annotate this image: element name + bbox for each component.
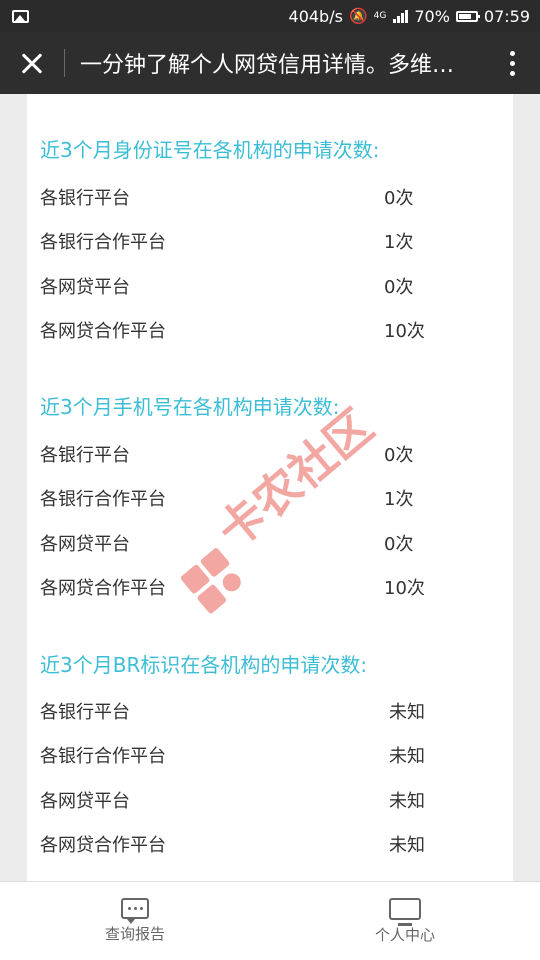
- row-label: 各银行平台: [40, 445, 130, 466]
- row-value: 10次: [384, 578, 425, 599]
- row-value: 10次: [384, 321, 425, 342]
- section-title-id-card: 近3个月身份证号在各机构的申请次数:: [40, 138, 380, 162]
- list-item: 各银行合作平台 未知: [40, 742, 500, 772]
- row-label: 各银行平台: [40, 702, 130, 723]
- tab-personal-center[interactable]: 个人中心: [270, 882, 540, 960]
- list-item: 各网贷平台 0次: [40, 273, 500, 303]
- list-item: 各银行合作平台 1次: [40, 228, 500, 258]
- row-value: 0次: [384, 188, 414, 209]
- section-title-phone: 近3个月手机号在各机构申请次数:: [40, 395, 340, 419]
- monitor-icon: [389, 897, 421, 926]
- list-item: 各网贷平台 未知: [40, 787, 500, 817]
- row-label: 各网贷合作平台: [40, 578, 166, 599]
- row-value: 未知: [389, 746, 425, 767]
- tab-query-report[interactable]: 查询报告: [0, 882, 270, 960]
- row-value: 未知: [389, 702, 425, 723]
- list-item: 各网贷合作平台 10次: [40, 317, 500, 347]
- row-label: 各网贷平台: [40, 791, 130, 812]
- row-label: 各网贷合作平台: [40, 321, 166, 342]
- battery-icon: [455, 10, 480, 22]
- list-item: 各网贷合作平台 10次: [40, 574, 500, 604]
- list-item: 各网贷平台 0次: [40, 530, 500, 560]
- row-label: 各网贷合作平台: [40, 835, 166, 856]
- row-value: 未知: [389, 835, 425, 856]
- row-label: 各银行合作平台: [40, 489, 166, 510]
- title-bar: 一分钟了解个人网贷信用详情。多维…: [0, 32, 540, 94]
- battery-percent: 70%: [414, 6, 450, 26]
- gallery-notification-icon: [12, 9, 29, 23]
- row-label: 各银行平台: [40, 188, 130, 209]
- network-speed: 404b/s: [288, 6, 343, 26]
- page-title: 一分钟了解个人网贷信用详情。多维…: [80, 53, 455, 78]
- list-item: 各银行平台 0次: [40, 184, 500, 214]
- mute-icon: 🔕: [348, 7, 368, 25]
- close-button[interactable]: [0, 32, 64, 94]
- signal-icon: [393, 9, 409, 23]
- bottom-tab-bar: 查询报告 个人中心: [0, 881, 540, 960]
- report-card: 近3个月身份证号在各机构的申请次数: 各银行平台 0次 各银行合作平台 1次 各…: [27, 94, 513, 881]
- tab-label: 查询报告: [104, 925, 165, 943]
- row-value: 0次: [384, 534, 414, 555]
- row-value: 0次: [384, 445, 414, 466]
- nav-divider: [64, 49, 65, 77]
- row-label: 各银行合作平台: [40, 232, 166, 253]
- section-title-br: 近3个月BR标识在各机构的申请次数:: [40, 653, 368, 677]
- row-value: 1次: [384, 232, 414, 253]
- network-type: 4G: [373, 11, 387, 21]
- more-options-button[interactable]: [484, 32, 540, 94]
- list-item: 各银行合作平台 1次: [40, 485, 500, 515]
- row-value: 0次: [384, 277, 414, 298]
- row-label: 各银行合作平台: [40, 746, 166, 767]
- tab-label: 个人中心: [374, 925, 435, 944]
- row-value: 1次: [384, 489, 414, 510]
- row-value: 未知: [389, 791, 425, 812]
- chat-icon: [121, 898, 149, 924]
- list-item: 各银行平台 0次: [40, 441, 500, 471]
- list-item: 各银行平台 未知: [40, 698, 500, 728]
- row-label: 各网贷平台: [40, 277, 130, 298]
- list-item: 各网贷合作平台 未知: [40, 831, 500, 861]
- status-bar: 404b/s 🔕 4G 70% 07:59: [0, 0, 540, 32]
- row-label: 各网贷平台: [40, 534, 130, 555]
- clock: 07:59: [483, 6, 530, 26]
